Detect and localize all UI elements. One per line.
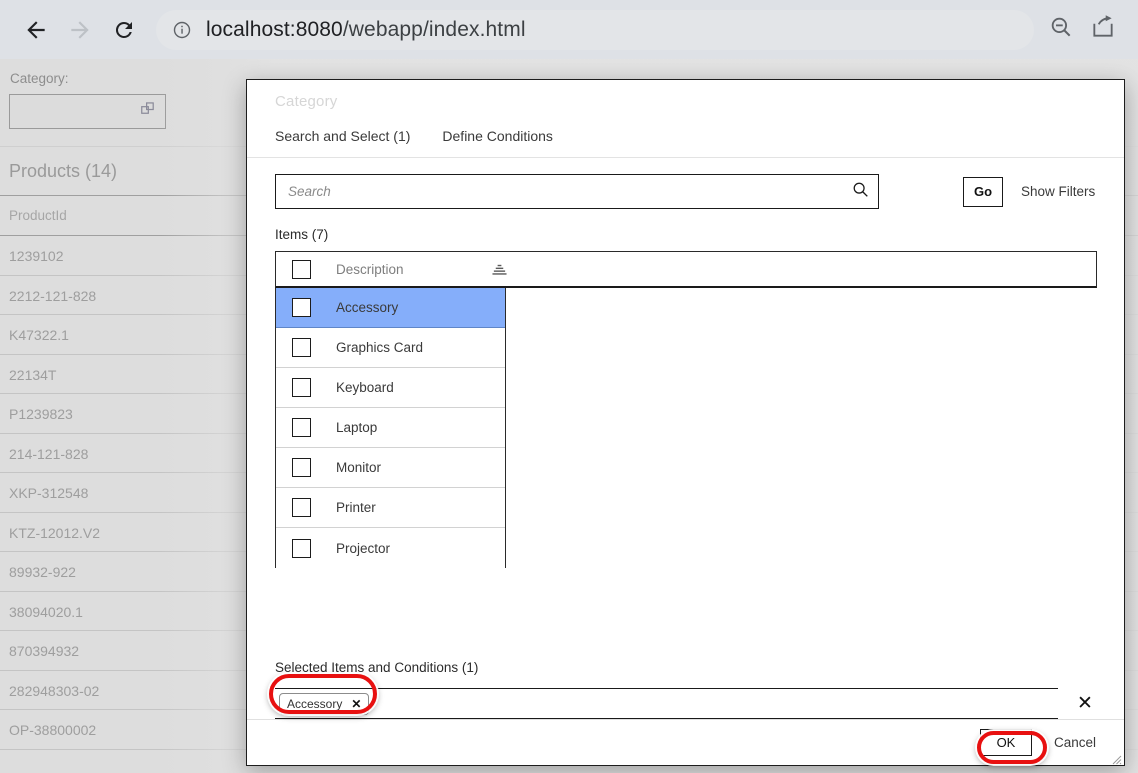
zoom-out-button[interactable] <box>1040 9 1082 51</box>
list-item-label: Keyboard <box>336 380 394 395</box>
list-item[interactable]: Projector <box>276 528 505 568</box>
list-item-label: Projector <box>336 541 390 556</box>
value-help-dialog: Category Search and Select (1) Define Co… <box>246 79 1125 766</box>
item-checkbox[interactable] <box>292 458 311 477</box>
cancel-button[interactable]: Cancel <box>1054 735 1096 750</box>
dialog-footer: OK Cancel <box>247 719 1124 765</box>
zoom-out-icon <box>1048 14 1074 45</box>
list-item[interactable]: Accessory <box>276 288 505 328</box>
list-item[interactable]: Monitor <box>276 448 505 488</box>
item-checkbox[interactable] <box>292 539 311 558</box>
items-list-header-inner: Description <box>276 260 507 279</box>
search-field[interactable] <box>275 174 879 209</box>
clear-all-tokens-button[interactable]: ✕ <box>1074 693 1096 715</box>
list-item-label: Accessory <box>336 300 398 315</box>
dialog-header: Category <box>247 80 1124 110</box>
ok-button[interactable]: OK <box>980 729 1032 756</box>
token-row: Accessory ✕ ✕ <box>275 688 1096 719</box>
arrow-right-icon <box>67 17 93 43</box>
items-list-container: Description Accessory <box>247 251 1124 644</box>
tokens-field[interactable]: Accessory ✕ <box>275 688 1058 719</box>
list-item-label: Graphics Card <box>336 340 423 355</box>
select-all-checkbox[interactable] <box>292 260 311 279</box>
value-help-icon[interactable] <box>141 102 156 122</box>
item-checkbox[interactable] <box>292 418 311 437</box>
search-icon[interactable] <box>852 181 869 203</box>
sort-icon[interactable] <box>492 262 507 277</box>
reload-button[interactable] <box>102 8 146 52</box>
item-checkbox[interactable] <box>292 298 311 317</box>
share-icon <box>1090 14 1116 45</box>
list-item[interactable]: Keyboard <box>276 368 505 408</box>
share-button[interactable] <box>1082 9 1124 51</box>
search-input[interactable] <box>288 184 852 199</box>
items-list-header: Description <box>275 251 1097 288</box>
items-list-body: Accessory Graphics Card Keyboard Laptop … <box>275 288 506 568</box>
resize-grip-icon[interactable] <box>1110 752 1122 764</box>
list-item[interactable]: Laptop <box>276 408 505 448</box>
address-bar-url: localhost:8080/webapp/index.html <box>206 18 526 42</box>
back-button[interactable] <box>14 8 58 52</box>
list-item-label: Printer <box>336 500 376 515</box>
tab-define-conditions[interactable]: Define Conditions <box>442 128 553 157</box>
item-checkbox[interactable] <box>292 498 311 517</box>
arrow-left-icon <box>23 17 49 43</box>
selected-items-section: Selected Items and Conditions (1) Access… <box>247 644 1124 719</box>
go-button[interactable]: Go <box>963 177 1003 207</box>
reload-icon <box>112 18 136 42</box>
dialog-title: Category <box>275 93 1096 110</box>
category-filter-input[interactable] <box>9 94 166 129</box>
forward-button[interactable] <box>58 8 102 52</box>
selected-items-title: Selected Items and Conditions (1) <box>275 660 1096 675</box>
selected-token-label: Accessory <box>287 697 342 711</box>
info-circle-icon[interactable] <box>172 20 192 40</box>
address-bar[interactable]: localhost:8080/webapp/index.html <box>156 10 1034 50</box>
list-item[interactable]: Graphics Card <box>276 328 505 368</box>
url-path: /webapp/index.html <box>343 18 526 41</box>
url-host: localhost:8080 <box>206 18 343 41</box>
item-checkbox[interactable] <box>292 378 311 397</box>
browser-toolbar: localhost:8080/webapp/index.html <box>0 0 1138 59</box>
items-count-label: Items (7) <box>247 221 1124 251</box>
show-filters-link[interactable]: Show Filters <box>1021 184 1095 199</box>
list-item-label: Laptop <box>336 420 377 435</box>
column-header-description: Description <box>336 262 404 277</box>
selected-token[interactable]: Accessory ✕ <box>279 693 369 715</box>
dialog-tabs: Search and Select (1) Define Conditions <box>247 110 1124 158</box>
tab-search-and-select[interactable]: Search and Select (1) <box>275 128 410 157</box>
list-item[interactable]: Printer <box>276 488 505 528</box>
list-item-label: Monitor <box>336 460 381 475</box>
dialog-search-toolbar: Go Show Filters <box>247 158 1124 221</box>
close-icon[interactable]: ✕ <box>351 697 361 711</box>
item-checkbox[interactable] <box>292 338 311 357</box>
